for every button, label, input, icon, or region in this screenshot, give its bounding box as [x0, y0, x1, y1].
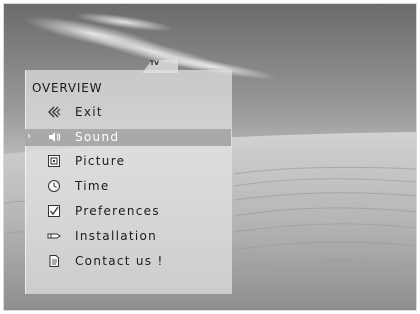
menu-item-label: Time	[75, 179, 110, 193]
menu-item-installation[interactable]: Installation	[25, 228, 231, 245]
installation-icon	[47, 233, 61, 239]
menu-item-label: Preferences	[75, 204, 160, 218]
menu-item-label: Sound	[75, 130, 120, 144]
menu-item-label: Installation	[75, 229, 158, 243]
menu-item-label: Exit	[75, 105, 103, 119]
menu-title: OVERVIEW	[32, 81, 103, 95]
menu-item-preferences[interactable]: Preferences	[25, 203, 231, 220]
back-arrows-icon	[48, 106, 61, 118]
clock-icon	[48, 180, 60, 192]
menu-item-exit[interactable]: Exit	[25, 104, 231, 121]
speaker-icon	[49, 132, 61, 142]
menu-item-label: Contact us !	[75, 254, 164, 268]
document-icon	[49, 255, 59, 267]
menu-item-picture[interactable]: Picture	[25, 153, 231, 170]
menu-item-contact-us[interactable]: Contact us !	[25, 253, 231, 270]
menu-item-sound[interactable]: Sound	[25, 129, 231, 146]
menu-item-time[interactable]: Time	[25, 178, 231, 195]
tv-tab-label: TV	[150, 60, 160, 67]
menu-item-label: Picture	[75, 154, 126, 168]
selection-arrow-icon: ›	[27, 131, 31, 142]
picture-icon	[48, 155, 60, 167]
checkbox-icon	[48, 205, 60, 217]
